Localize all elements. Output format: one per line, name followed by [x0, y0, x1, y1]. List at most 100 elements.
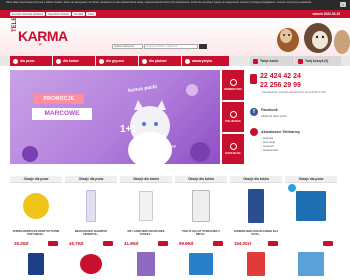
- deal-header: Okazje dla psów: [10, 176, 62, 183]
- nav-item-cats[interactable]: dla kotów: [53, 56, 95, 66]
- product-name[interactable]: FARMINA N&D OCEAN KARMA DLA KOTA...: [230, 229, 282, 239]
- search-button[interactable]: [199, 44, 207, 49]
- top-link-delivery[interactable]: koszyk i kwestia dostawy: [10, 11, 46, 16]
- product-card[interactable]: Okazje dla kotów FARMINA N&D OCEAN KARMA…: [230, 176, 282, 280]
- product-name[interactable]: PRO PLAN CAT STERILISED 3 INDYK...: [175, 229, 227, 239]
- product-image[interactable]: [120, 247, 172, 280]
- product-deals: Okazje dla psów PURINA DENTALIFE DENTYST…: [10, 176, 340, 280]
- product-price: 41.99zł: [124, 240, 139, 246]
- top-link-faq[interactable]: FAQ: [86, 11, 96, 16]
- nav-label: dla gryzoni: [106, 59, 124, 63]
- product-image[interactable]: [175, 247, 227, 280]
- product-price: 154.00zł: [234, 240, 251, 246]
- top-link-terms[interactable]: regulamin sklepu: [46, 11, 72, 16]
- product-name[interactable]: PURINA DENTALIFE DENTYSTYCZNE PRZYSMAKI.…: [10, 229, 62, 239]
- account-label: Twoje konto: [260, 59, 279, 63]
- add-to-cart-button[interactable]: [158, 240, 168, 246]
- rodent-icon: [99, 58, 104, 64]
- facebook-link[interactable]: f Facebook odwiedź nasz profil: [250, 108, 287, 118]
- paw-icon: [13, 58, 18, 64]
- cookie-text: Nasz sklep internetowy korzysta z plików…: [6, 1, 312, 4]
- nav-item-birds[interactable]: dla ptaków: [139, 56, 181, 66]
- product-card[interactable]: Okazje dla kotów PRO PLAN CAT STERILISED…: [175, 176, 227, 280]
- nav-label: dla ptaków: [149, 59, 167, 63]
- nav-label: dla kotów: [63, 59, 79, 63]
- deal-header: Okazje dla kotów: [120, 176, 172, 183]
- site-logo[interactable]: TELE KARMA .pl: [12, 17, 70, 48]
- add-to-cart-button[interactable]: [268, 240, 278, 246]
- search-input[interactable]: szukaj produktu, producent: [144, 44, 198, 49]
- product-image[interactable]: [285, 247, 337, 280]
- site-header: TELE KARMA .pl wybierz kategorię szukaj …: [0, 17, 350, 56]
- current-date: wtorek 2022-03-15: [312, 12, 340, 16]
- product-image[interactable]: [120, 183, 172, 229]
- news-item-curiosities[interactable]: ciekawostki: [261, 148, 300, 153]
- user-icon: [253, 58, 258, 64]
- product-card[interactable]: Okazje dla psów PURINA DENTALIFE DENTYST…: [10, 176, 62, 280]
- product-image[interactable]: [65, 247, 117, 280]
- nav-label: akwarystyka: [192, 59, 213, 63]
- promo-banner[interactable]: PROMOCJE MARCOWE bonus packi 1+1 Gratisy: [10, 70, 220, 164]
- pets-illustration: [277, 23, 350, 54]
- product-image[interactable]: [175, 183, 227, 229]
- thumbs-up-icon: [229, 111, 237, 119]
- store-icon: [229, 79, 237, 87]
- phone-number-1[interactable]: 22 424 42 24: [260, 72, 301, 81]
- order-hours: Zamówienia i porady telefoniczne: pn-pt …: [262, 90, 326, 94]
- product-card[interactable]: Okazje dla kotów DRY CARE NEW GRAIN FREE…: [120, 176, 172, 280]
- tile-like[interactable]: POLUB NAS: [222, 102, 244, 132]
- add-to-cart-button[interactable]: [103, 240, 113, 246]
- product-card[interactable]: Okazje dla psów: [285, 176, 337, 280]
- product-image[interactable]: [10, 183, 62, 229]
- news-list: polityka promocje nowości ciekawostki: [261, 136, 300, 153]
- nav-item-aquarium[interactable]: akwarystyka: [182, 56, 229, 66]
- top-link-contact[interactable]: kontakt: [72, 11, 86, 16]
- banner-plus-label: 1+1: [120, 124, 137, 135]
- cart-icon: [298, 58, 303, 64]
- tile-label: POLUB NAS: [225, 119, 241, 123]
- product-image[interactable]: [65, 183, 117, 229]
- product-image[interactable]: [230, 247, 282, 280]
- nav-label: dla psów: [20, 59, 35, 63]
- phone-number-2[interactable]: 22 256 29 99: [260, 81, 301, 90]
- product-name[interactable]: BEAPHAR BIO SHAMPOO SENSITIVE...: [65, 229, 117, 239]
- cookie-close-button[interactable]: ×: [340, 2, 346, 7]
- cart-label: Twój koszyk (0): [305, 59, 329, 63]
- add-to-cart-button[interactable]: [323, 240, 333, 246]
- account-button[interactable]: Twoje konto: [250, 56, 294, 66]
- add-to-cart-button[interactable]: [213, 240, 223, 246]
- nav-item-dogs[interactable]: dla psów: [10, 56, 52, 66]
- product-image[interactable]: [10, 247, 62, 280]
- fish-icon: [185, 58, 190, 64]
- phone-icon: [250, 74, 257, 84]
- top-bar: koszyk i kwestia dostawy regulamin sklep…: [0, 10, 350, 18]
- banner-promo-label: PROMOCJE: [34, 94, 84, 104]
- deal-header: Okazje dla kotów: [230, 176, 282, 183]
- blog-icon: [229, 143, 237, 151]
- add-to-cart-button[interactable]: [48, 240, 58, 246]
- category-select[interactable]: wybierz kategorię: [112, 44, 143, 49]
- product-image[interactable]: [285, 183, 337, 229]
- tile-pickup[interactable]: ODBIERZ NAS: [222, 70, 244, 100]
- news-icon: [250, 128, 258, 136]
- search-bar: wybierz kategorię szukaj produktu, produ…: [112, 44, 207, 49]
- banner-marcowe-label: MARCOWE: [32, 108, 92, 120]
- logo-karma: KARMA: [18, 28, 68, 44]
- news-title[interactable]: Aktualności Telekarmy: [261, 130, 300, 134]
- sale-badge: [288, 184, 296, 192]
- product-card[interactable]: Okazje dla psów BEAPHAR BIO SHAMPOO SENS…: [65, 176, 117, 280]
- product-image[interactable]: [230, 183, 282, 229]
- product-name[interactable]: DRY CARE NEW GRAIN FREE TURKEY...: [120, 229, 172, 239]
- product-price: 99.99zł: [179, 240, 194, 246]
- tile-blog[interactable]: NASZ BLOG: [222, 134, 244, 164]
- product-name[interactable]: [285, 229, 337, 239]
- phone-numbers: 22 424 42 24 22 256 29 99: [260, 72, 301, 90]
- deal-header: Okazje dla psów: [65, 176, 117, 183]
- facebook-title: Facebook: [261, 108, 278, 112]
- cart-button[interactable]: Twój koszyk (0): [295, 56, 341, 66]
- contact-panel: 22 424 42 24 22 256 29 99 Zamówienia i p…: [248, 70, 344, 164]
- deal-header: Okazje dla kotów: [175, 176, 227, 183]
- nav-item-rodents[interactable]: dla gryzoni: [96, 56, 138, 66]
- tile-label: NASZ BLOG: [225, 151, 241, 155]
- category-nav: dla psów dla kotów dla gryzoni dla ptakó…: [0, 56, 350, 66]
